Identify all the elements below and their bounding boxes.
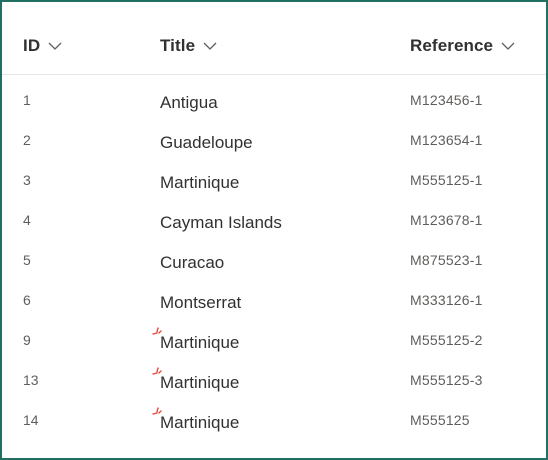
row-reference: M555125	[410, 412, 470, 428]
table-row[interactable]: 4 Cayman Islands M123678-1	[2, 202, 546, 242]
row-id: 6	[23, 292, 31, 308]
column-header-id[interactable]: ID	[23, 36, 62, 56]
column-header-id-label: ID	[23, 36, 41, 55]
row-reference: M123456-1	[410, 92, 483, 108]
row-id: 9	[23, 332, 31, 348]
table-row[interactable]: 13 Martinique M555125-3	[2, 362, 546, 402]
column-header-row: ID Title Reference	[2, 2, 546, 75]
row-reference: M123654-1	[410, 132, 483, 148]
row-reference: M555125-3	[410, 372, 483, 388]
row-title[interactable]: Martinique	[160, 173, 239, 193]
row-id: 14	[23, 412, 39, 428]
row-title[interactable]: Antigua	[160, 93, 218, 113]
table-row[interactable]: 6 Montserrat M333126-1	[2, 282, 546, 322]
row-title[interactable]: Martinique	[160, 373, 239, 393]
row-id: 13	[23, 372, 39, 388]
row-id: 4	[23, 212, 31, 228]
row-reference: M555125-1	[410, 172, 483, 188]
chevron-down-icon	[203, 42, 217, 50]
row-id: 5	[23, 252, 31, 268]
table-row[interactable]: 14 Martinique M555125	[2, 402, 546, 442]
row-reference: M123678-1	[410, 212, 483, 228]
row-title[interactable]: Cayman Islands	[160, 213, 282, 233]
table-row[interactable]: 9 Martinique M555125-2	[2, 322, 546, 362]
row-reference: M555125-2	[410, 332, 483, 348]
row-reference: M333126-1	[410, 292, 483, 308]
row-id: 3	[23, 172, 31, 188]
table-row[interactable]: 3 Martinique M555125-1	[2, 162, 546, 202]
row-id: 2	[23, 132, 31, 148]
chevron-down-icon	[501, 42, 515, 50]
row-title[interactable]: Martinique	[160, 413, 239, 433]
row-id: 1	[23, 92, 31, 108]
list-view: ID Title Reference 1 Antigua M123456-1 2 Gua…	[0, 0, 548, 460]
column-header-title-label: Title	[160, 36, 196, 55]
table-row[interactable]: 2 Guadeloupe M123654-1	[2, 122, 546, 162]
column-header-reference-label: Reference	[410, 36, 494, 55]
row-reference: M875523-1	[410, 252, 483, 268]
chevron-down-icon	[48, 42, 62, 50]
table-row[interactable]: 1 Antigua M123456-1	[2, 82, 546, 122]
column-header-title[interactable]: Title	[160, 36, 217, 56]
row-title[interactable]: Curacao	[160, 253, 224, 273]
row-title[interactable]: Martinique	[160, 333, 239, 353]
row-title[interactable]: Montserrat	[160, 293, 241, 313]
column-header-reference[interactable]: Reference	[410, 36, 515, 56]
table-row[interactable]: 5 Curacao M875523-1	[2, 242, 546, 282]
row-title[interactable]: Guadeloupe	[160, 133, 253, 153]
